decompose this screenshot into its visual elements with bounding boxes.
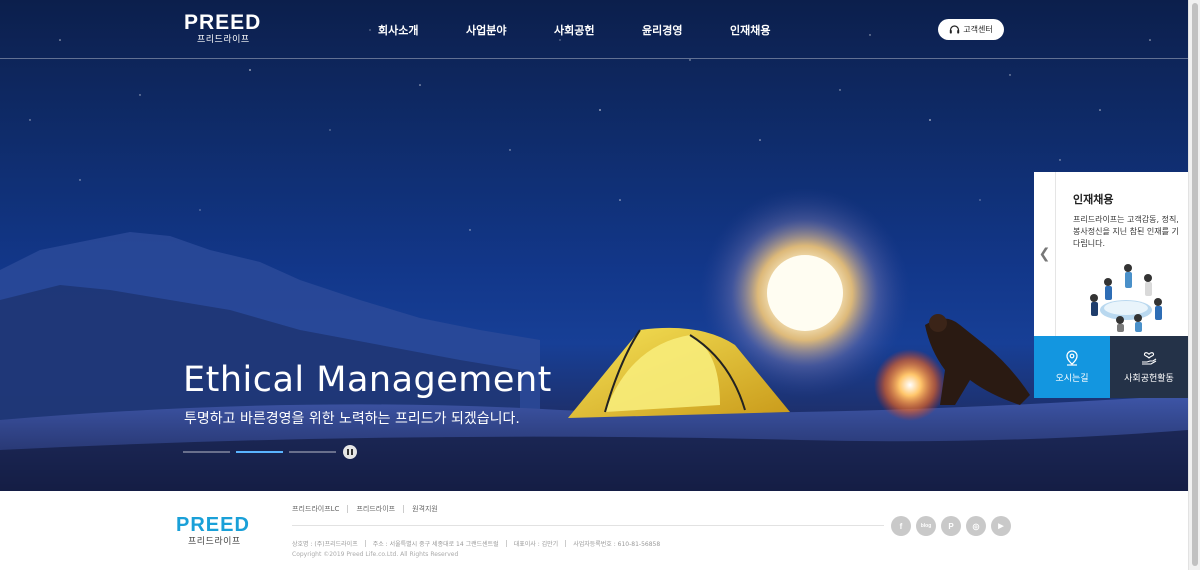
slide-indicator-3[interactable] <box>289 451 336 453</box>
footer-link-preedlife[interactable]: 프리드라이프 <box>356 504 395 514</box>
footer-link-remote-support[interactable]: 원격지원 <box>412 504 438 514</box>
side-panel-title: 인재채용 <box>1073 193 1114 206</box>
youtube-icon[interactable]: ▶ <box>991 516 1011 536</box>
footer-info-divider <box>505 540 507 547</box>
logo-wordmark: PREED <box>184 11 262 34</box>
site-header: PREED 프리드라이프 회사소개 사업분야 사회공헌 윤리경영 인재채용 고객… <box>0 0 1188 59</box>
customer-center-label: 고객센터 <box>963 25 993 34</box>
nav-item-recruit[interactable]: 인재채용 <box>730 22 770 38</box>
nav-item-business[interactable]: 사업분야 <box>466 22 506 38</box>
footer-link-divider <box>403 505 405 513</box>
social-activity-label: 사회공헌활동 <box>1124 374 1174 384</box>
page: PREED 프리드라이프 회사소개 사업분야 사회공헌 윤리경영 인재채용 고객… <box>0 0 1200 570</box>
footer-company-name: 상호명 : (주)프리드라이프 <box>292 541 358 548</box>
blog-icon[interactable]: blog <box>916 516 936 536</box>
footer-info-divider <box>364 540 366 547</box>
heart-hand-icon <box>1142 352 1157 365</box>
slide-indicator-2[interactable] <box>236 451 283 453</box>
hero-title: Ethical Management <box>183 360 552 400</box>
quick-side-panel: ❮ 인재채용 프리드라이프는 고객감동, 정직, 봉사정신을 지닌 참된 인재를… <box>1034 172 1188 398</box>
page-scrollbar[interactable] <box>1188 0 1200 570</box>
hero-background-image <box>0 29 1188 491</box>
scrollbar-thumb[interactable] <box>1192 3 1198 566</box>
footer-copyright: Copyright ©2019 Preed Life.co.Ltd. All R… <box>292 551 459 558</box>
customer-center-button[interactable]: 고객센터 <box>938 19 1004 40</box>
hero-banner: PREED 프리드라이프 회사소개 사업분야 사회공헌 윤리경영 인재채용 고객… <box>0 0 1188 491</box>
footer-company-info: 상호명 : (주)프리드라이프 주소 : 서울특별시 중구 세종대로 14 그랜… <box>292 539 660 548</box>
nav-item-ethics[interactable]: 윤리경영 <box>642 22 682 38</box>
hero-subtitle: 투명하고 바른경영을 위한 노력하는 프리드가 되겠습니다. <box>184 411 520 427</box>
footer-info-divider <box>565 540 567 547</box>
chevron-left-icon[interactable]: ❮ <box>1034 172 1056 336</box>
instagram-icon[interactable]: ◎ <box>966 516 986 536</box>
nav-item-social[interactable]: 사회공헌 <box>554 22 594 38</box>
footer-ceo: 대표이사 : 김만기 <box>513 541 559 548</box>
footer-business-number: 사업자등록번호 : 610-81-56858 <box>573 541 661 548</box>
location-pin-icon <box>1066 350 1078 366</box>
facebook-icon[interactable]: f <box>891 516 911 536</box>
pause-icon[interactable] <box>343 445 357 459</box>
footer-link-divider <box>347 505 349 513</box>
footer-divider <box>292 525 884 526</box>
footer-links: 프리드라이프LC 프리드라이프 원격지원 <box>292 504 438 514</box>
footer-logo-wordmark: PREED <box>176 514 250 536</box>
post-icon[interactable]: P <box>941 516 961 536</box>
site-footer: PREED 프리드라이프 프리드라이프LC 프리드라이프 원격지원 상호명 : … <box>0 491 1188 570</box>
side-panel-description: 프리드라이프는 고객감동, 정직, 봉사정신을 지닌 참된 인재를 기다립니다. <box>1073 215 1179 248</box>
headset-icon <box>950 24 960 33</box>
nav-item-company[interactable]: 회사소개 <box>378 22 418 38</box>
directions-button[interactable]: 오시는길 <box>1034 336 1110 398</box>
social-activity-button[interactable]: 사회공헌활동 <box>1110 336 1188 398</box>
footer-address: 주소 : 서울특별시 중구 세종대로 14 그랜드센트럴 <box>372 541 499 548</box>
footer-link-preedlife-lc[interactable]: 프리드라이프LC <box>292 504 339 514</box>
site-logo[interactable]: PREED 프리드라이프 <box>184 12 264 48</box>
directions-label: 오시는길 <box>1055 374 1089 384</box>
slide-indicator-1[interactable] <box>183 451 230 453</box>
team-meeting-illustration <box>1090 264 1162 332</box>
footer-logo-subtitle: 프리드라이프 <box>188 537 241 547</box>
footer-logo[interactable]: PREED 프리드라이프 <box>176 515 250 549</box>
logo-subtitle: 프리드라이프 <box>197 35 250 45</box>
